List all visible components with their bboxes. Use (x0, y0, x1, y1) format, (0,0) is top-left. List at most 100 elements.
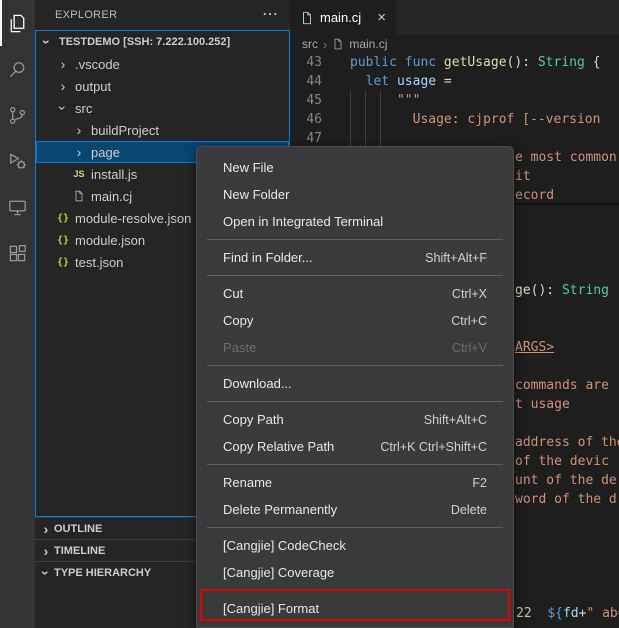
line-number: 44 (290, 72, 336, 91)
shortcut-label: Ctrl+K Ctrl+Shift+C (380, 440, 487, 454)
code-fragment: t usage (515, 395, 570, 414)
menu-item-rename[interactable]: RenameF2 (197, 469, 513, 496)
json-file-icon: {} (55, 235, 71, 246)
menu-separator (207, 590, 503, 591)
menu-item-new-folder[interactable]: New Folder (197, 181, 513, 208)
tab-label: main.cj (320, 10, 361, 25)
code-text: public func getUsage(): String { (336, 53, 600, 72)
tree-item-label: module-resolve.json (75, 211, 191, 226)
code-line: 46 Usage: cjprof [--version (290, 110, 619, 129)
code-fragment: word of the d (515, 490, 617, 509)
chevron-down-icon: › (39, 565, 53, 581)
tree-item-vscode[interactable]: › .vscode (36, 53, 289, 75)
context-menu: New File New Folder Open in Integrated T… (196, 146, 514, 628)
code-text: """ (336, 91, 420, 110)
file-icon (71, 189, 87, 203)
extensions-icon[interactable] (0, 230, 35, 276)
menu-separator (207, 275, 503, 276)
chevron-down-icon: › (56, 100, 70, 116)
menu-item-cut[interactable]: CutCtrl+X (197, 280, 513, 307)
menu-item-cangjie-coverage[interactable]: [Cangjie] Coverage (197, 559, 513, 586)
vscode-window: EXPLORER ⋯ › TESTDEMO [SSH: 7.222.100.25… (0, 0, 619, 628)
code-fragment: address of the (515, 433, 619, 452)
code-fragment: ge(): String (515, 281, 609, 300)
menu-item-download[interactable]: Download... (197, 370, 513, 397)
js-file-icon: JS (71, 169, 87, 179)
menu-item-new-file[interactable]: New File (197, 154, 513, 181)
menu-item-delete-permanently[interactable]: Delete PermanentlyDelete (197, 496, 513, 523)
shortcut-label: Ctrl+C (451, 314, 487, 328)
tree-root-label: TESTDEMO [SSH: 7.222.100.252] (59, 36, 230, 48)
menu-item-open-in-integrated-terminal[interactable]: Open in Integrated Terminal (197, 208, 513, 235)
menu-item-cangjie-codecheck[interactable]: [Cangjie] CodeCheck (197, 532, 513, 559)
line-number: 43 (290, 53, 336, 72)
chevron-right-icon: › (38, 544, 54, 558)
shortcut-label: Shift+Alt+F (425, 251, 487, 265)
tree-item-label: test.json (75, 255, 123, 270)
code-line: 44 let usage = (290, 72, 619, 91)
chevron-right-icon: › (55, 57, 71, 71)
code-fragment: of the devic (515, 452, 609, 471)
tree-item-label: install.js (91, 167, 137, 182)
shortcut-label: Ctrl+X (452, 287, 487, 301)
tree-item-label: src (75, 101, 92, 116)
activity-bar (0, 0, 35, 628)
menu-item-copy[interactable]: CopyCtrl+C (197, 307, 513, 334)
menu-separator (207, 365, 503, 366)
search-icon[interactable] (0, 46, 35, 92)
tree-item-label: .vscode (75, 57, 120, 72)
tree-item-buildproject[interactable]: › buildProject (36, 119, 289, 141)
file-icon (300, 11, 314, 25)
section-label: TYPE HIERARCHY (54, 567, 151, 579)
chevron-right-icon: › (71, 145, 87, 159)
code-fragment: unt of the de (515, 471, 617, 490)
menu-item-cangjie-format[interactable]: [Cangjie] Format (197, 595, 513, 622)
shortcut-label: Ctrl+V (452, 341, 487, 355)
chevron-down-icon: › (40, 34, 54, 50)
section-label: TIMELINE (54, 545, 105, 557)
menu-item-copy-relative-path[interactable]: Copy Relative PathCtrl+K Ctrl+Shift+C (197, 433, 513, 460)
json-file-icon: {} (55, 257, 71, 268)
indent-guide (365, 91, 366, 146)
tree-item-label: main.cj (91, 189, 132, 204)
line-number: 46 (290, 110, 336, 129)
remote-explorer-icon[interactable] (0, 184, 35, 230)
shortcut-label: Delete (451, 503, 487, 517)
menu-item-paste: PasteCtrl+V (197, 334, 513, 361)
chevron-right-icon: › (55, 79, 71, 93)
menu-separator (207, 401, 503, 402)
breadcrumb: src › main.cj (290, 35, 619, 53)
close-icon[interactable]: × (377, 9, 386, 26)
tree-item-label: output (75, 79, 111, 94)
code-area[interactable]: 43 public func getUsage(): String { 44 l… (290, 53, 619, 148)
file-icon (332, 38, 344, 50)
code-fragment: ARGS> (515, 338, 554, 357)
tree-item-src[interactable]: › src (36, 97, 289, 119)
more-actions-icon[interactable]: ⋯ (262, 7, 278, 23)
chevron-right-icon: › (323, 37, 327, 52)
code-fragment: it (515, 167, 531, 186)
tree-root-testdemo[interactable]: › TESTDEMO [SSH: 7.222.100.252] (36, 31, 289, 53)
code-fragment: e most common (515, 148, 617, 167)
tree-item-label: page (91, 145, 120, 160)
tree-item-label: module.json (75, 233, 145, 248)
json-file-icon: {} (55, 213, 71, 224)
run-and-debug-icon[interactable] (0, 138, 35, 184)
editor-divider (515, 203, 619, 205)
section-label: OUTLINE (54, 523, 102, 535)
menu-separator (207, 527, 503, 528)
source-control-icon[interactable] (0, 92, 35, 138)
breadcrumb-file[interactable]: main.cj (349, 37, 387, 51)
breadcrumb-folder[interactable]: src (302, 37, 318, 51)
explorer-icon[interactable] (0, 0, 35, 46)
code-text: Usage: cjprof [--version (336, 110, 600, 129)
indent-guide (380, 91, 381, 146)
tree-item-label: buildProject (91, 123, 159, 138)
tab-bar: main.cj × (290, 0, 619, 35)
tab-main-cj[interactable]: main.cj × (290, 0, 396, 35)
menu-item-find-in-folder[interactable]: Find in Folder...Shift+Alt+F (197, 244, 513, 271)
code-line: 45 """ (290, 91, 619, 110)
menu-item-copy-path[interactable]: Copy PathShift+Alt+C (197, 406, 513, 433)
code-fragment: 22 ${fd+" ab="}""" (516, 604, 619, 623)
tree-item-output[interactable]: › output (36, 75, 289, 97)
